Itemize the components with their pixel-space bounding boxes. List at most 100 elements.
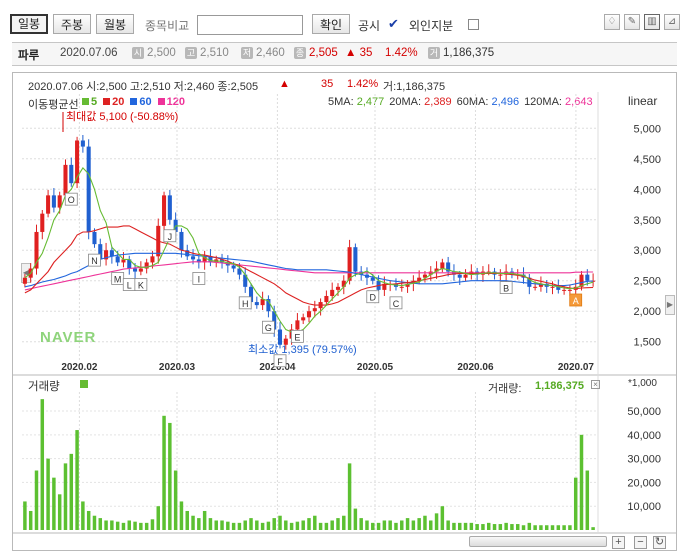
date-tick-label: 2020.06 [457,362,494,373]
volume-bar [342,515,346,530]
volume-bar [179,501,184,530]
volume-bar [336,518,340,530]
candle-body [63,164,68,196]
volume-bar [23,501,27,530]
volume-bar [284,520,288,530]
volume-bar [237,522,242,530]
volume-bar [463,522,468,530]
candle-body [585,274,590,281]
event-marker-label: C [393,299,400,309]
volume-bar [208,518,213,530]
candle-body [22,277,27,284]
price-tick-label: 3,000 [633,245,661,257]
volume-bar [573,477,578,530]
event-marker-label: E [294,332,300,342]
volume-bar [515,524,520,530]
volume-bar [168,422,172,530]
candle-body [109,250,114,257]
volume-bar [249,518,253,530]
volume-bar [144,522,149,530]
candle-body [191,256,196,260]
max-value-label: 최대값 5,100 (-50.88%) [66,110,178,123]
volume-bar [28,510,33,530]
volume-bar [104,520,108,530]
volume-bar [289,522,294,530]
volume-bar [197,518,201,530]
volume-bar [81,501,85,530]
candle-body [69,164,74,184]
volume-bar [69,453,74,530]
volume-bar [313,515,317,530]
event-marker-label: L [127,281,132,291]
candle-body [150,256,155,263]
volume-bar [272,518,276,530]
volume-bar [347,463,352,530]
date-tick-label: 2020.02 [61,362,98,373]
volume-bar [411,520,416,530]
candle-body [498,274,503,276]
price-tick-label: 4,000 [633,184,661,196]
refresh-icon[interactable]: ↻ [653,536,666,549]
event-marker-label: M [114,274,122,284]
volume-bar [475,524,479,530]
volume-bar [568,525,572,530]
zoom-out-icon[interactable]: − [634,536,647,549]
volume-bar [185,510,189,530]
volume-bar [527,522,532,530]
naver-watermark: NAVER [40,329,96,346]
volume-bar [226,521,230,530]
candle-body [138,268,143,272]
candle-body [440,262,445,269]
candle-body [463,274,468,278]
candle-body [562,289,567,291]
candle-body [330,289,335,296]
price-tick-label: 3,500 [633,215,661,227]
event-marker-label: I [198,274,201,284]
candle-body [46,195,51,214]
candle-body [312,308,317,312]
volume-bar [266,521,271,530]
volume-bar [365,520,369,530]
price-tick-label: 4,500 [633,154,661,166]
volume-bar [405,518,410,530]
volume-bar [324,522,329,530]
volume-bar [214,520,218,530]
volume-bar [110,520,114,530]
volume-bar [434,513,439,530]
zoom-in-icon[interactable]: + [612,536,625,549]
volume-bar [162,415,166,530]
volume-bar [121,522,126,530]
volume-bar [86,510,91,530]
volume-unit: *1,000 [628,378,657,389]
volume-bar [562,525,566,530]
volume-bar [40,399,45,530]
volume-bar [394,522,398,530]
volume-bar [585,470,590,530]
volume-bar [423,515,427,530]
volume-bar [388,520,392,530]
stock-chart[interactable]: 5,000 4,500 4,000 3,500 3,000 2,500 2,000 1,500… [0,0,688,559]
volume-bar [307,518,311,530]
date-tick-label: 2020.07 [558,362,595,373]
event-marker-label: N [91,256,98,266]
volume-bar [417,518,421,530]
candle-body [324,295,329,303]
event-marker-label: B [503,284,509,294]
close-volume-icon[interactable]: × [591,380,600,389]
price-tick-label: 2,000 [633,306,661,318]
candle-body [353,247,358,272]
volume-bar [521,525,526,530]
volume-bar [556,525,561,530]
volume-bar [579,434,584,530]
chart-scrollbar[interactable] [469,536,607,547]
volume-legend-label: 거래량: [488,383,522,395]
candle-body [301,317,306,321]
volume-bar [243,520,247,530]
candle-body [167,195,172,220]
candle-body [179,231,184,251]
volume-bar [260,522,265,530]
volume-bar [440,506,445,530]
volume-bar [486,522,491,530]
price-tick-label: 5,000 [633,123,661,135]
candle-body [162,195,167,226]
